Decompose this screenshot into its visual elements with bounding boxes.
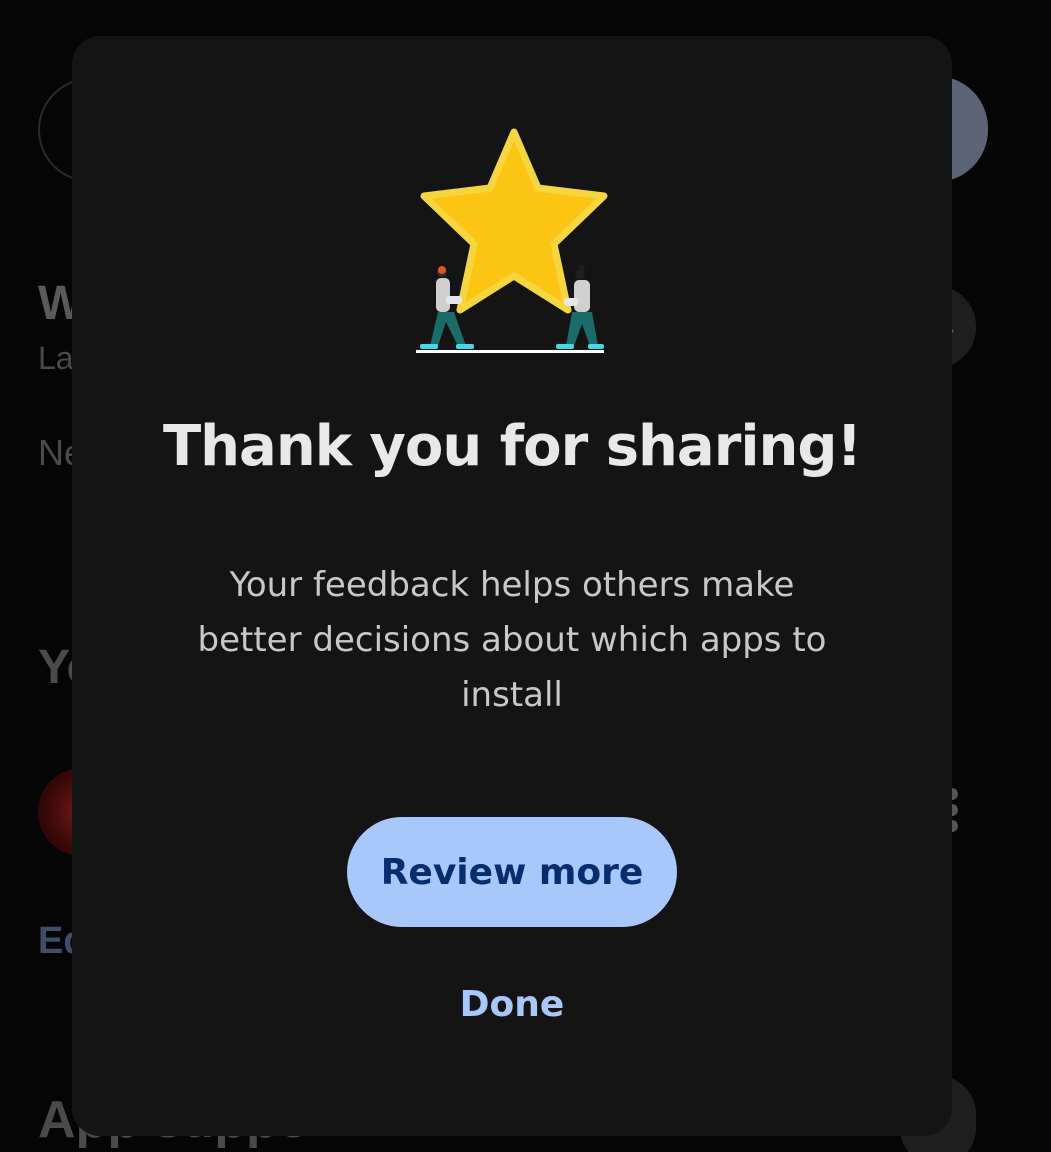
- screen: W La › Ne Yo Ed App suppo: [0, 0, 1051, 1152]
- thank-you-dialog: Thank you for sharing! Your feedback hel…: [72, 36, 952, 1136]
- done-button[interactable]: Done: [442, 972, 582, 1036]
- done-label: Done: [459, 983, 565, 1025]
- dialog-title: Thank you for sharing!: [162, 414, 862, 479]
- star-carried-by-people-illustration: [416, 128, 608, 353]
- review-more-label: Review more: [380, 851, 644, 893]
- background-section-subtitle: La: [38, 340, 74, 376]
- review-more-button[interactable]: Review more: [347, 817, 677, 927]
- dialog-message: Your feedback helps others make better d…: [197, 565, 827, 715]
